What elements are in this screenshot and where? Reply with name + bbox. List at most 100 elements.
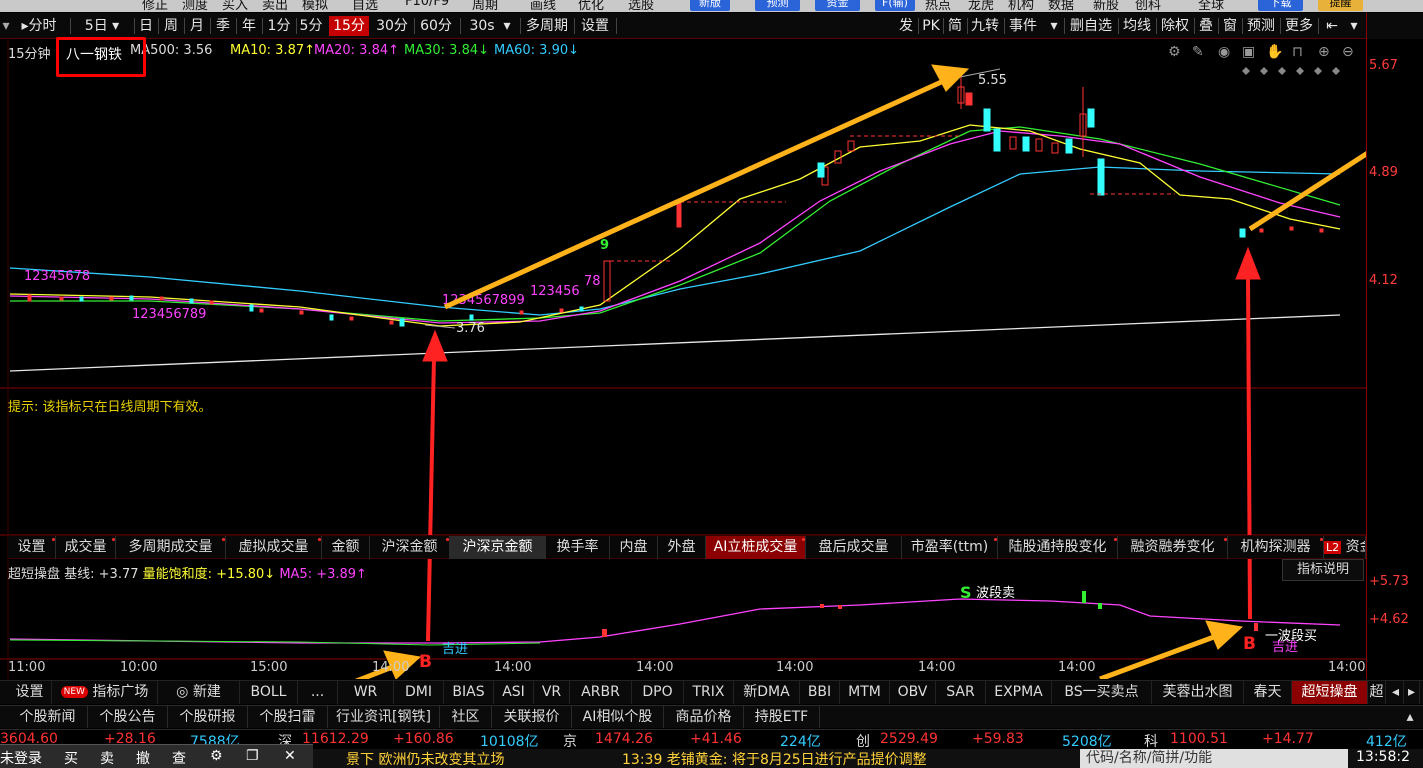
menu-item[interactable]: 优化 [578,0,604,12]
tab-community[interactable]: 社区 [440,706,492,728]
chevron-down-icon[interactable]: ▾ [1346,16,1362,36]
toolbar-right-item[interactable]: 九转 [968,16,1002,36]
menu-item[interactable]: 自选 [352,0,378,12]
toolbar-right-item[interactable]: 简 [944,16,966,36]
tab-bbi[interactable]: BBI [800,681,840,704]
toolbar-right-item[interactable]: 删自选 [1066,16,1116,36]
top-button[interactable]: 预测 [755,0,800,11]
collapse-left-icon[interactable]: ⇤ [1322,16,1342,36]
tab-spring[interactable]: 春天 [1244,681,1292,704]
login-status[interactable]: 未登录 [0,748,42,768]
toolbar-right-item[interactable]: 事件 [1006,16,1040,36]
toolbar-right-item[interactable]: 均线 [1120,16,1154,36]
indicator-help-button[interactable]: 指标说明 [1282,559,1364,581]
tab-settings[interactable]: 设置 [8,536,56,559]
restore-icon[interactable]: ❐ [246,748,259,764]
tab-outer[interactable]: 外盘 [658,536,706,559]
tab-stock-notice[interactable]: 个股公告 [88,706,168,728]
toolbar-right-item[interactable]: 更多 [1282,16,1316,36]
period-season[interactable]: 季 [212,16,234,36]
tab-new-indicator[interactable]: ◎ 新建 [158,681,240,704]
period-intraday[interactable]: ▸分时 [12,16,66,36]
tab-settings-2[interactable]: 设置 [8,681,52,704]
search-input[interactable]: 代码/名称/简拼/功能 [1080,749,1348,768]
period-day[interactable]: 日 [136,16,156,36]
gear-icon[interactable]: ⚙ [1168,44,1181,60]
menu-item[interactable]: 买入 [222,0,248,12]
tab-turnover[interactable]: 换手率 [546,536,610,559]
tab-stock-news[interactable]: 个股新闻 [8,706,88,728]
tab-dpo[interactable]: DPO [632,681,684,704]
tab-wr[interactable]: WR [338,681,394,704]
tab-virtual-volume[interactable]: 虚拟成交量 [226,536,322,559]
chevron-down-icon[interactable]: ▾ [2,16,10,36]
tab-hidden[interactable]: ... [298,681,338,704]
menu-item[interactable]: 龙虎 [968,0,994,12]
tab-institution[interactable]: 机构探测器 [1228,536,1324,559]
period-15min[interactable]: 15分 [329,16,369,36]
zoom-out-icon[interactable]: ⊖ [1342,44,1354,60]
tab-indicator-square[interactable]: NEW 指标广场 [52,681,158,704]
tab-newdma[interactable]: 新DMA [734,681,800,704]
tab-after-hours[interactable]: 盘后成交量 [806,536,902,559]
news-ticker[interactable]: 13:39 老铺黄金: 将于8月25日进行产品提价调整 [622,749,927,768]
toolbar-right-item[interactable]: 叠 [1196,16,1216,36]
tab-super-short[interactable]: 超短操盘 [1292,681,1368,704]
tab-boll[interactable]: BOLL [240,681,298,704]
chevron-down-icon[interactable]: ▾ [1046,16,1062,36]
menu-item[interactable]: 创科 [1135,0,1161,12]
tab-etf[interactable]: 持股ETF [744,706,820,728]
lock-box-icon[interactable]: ▣ [1242,44,1255,60]
toolbar-right-item[interactable]: PK [920,16,942,36]
tab-commodity[interactable]: 商品价格 [664,706,744,728]
period-5day[interactable]: 5日 ▾ [72,16,132,36]
menu-item[interactable]: 机构 [1008,0,1034,12]
pen-icon[interactable]: ✎ [1192,44,1204,60]
top-button[interactable]: 资金 [815,0,860,11]
tab-trix[interactable]: TRIX [684,681,734,704]
gear-icon[interactable]: ⚙ [210,748,223,764]
menu-item[interactable]: 模拟 [302,0,328,12]
tab-mtm[interactable]: MTM [840,681,890,704]
zoom-in-icon[interactable]: ⊕ [1318,44,1330,60]
expand-icon[interactable]: ▴ [1400,706,1420,728]
tab-stock-research[interactable]: 个股研报 [168,706,248,728]
buy-button[interactable]: 买 [64,748,78,768]
tab-lotus[interactable]: 芙蓉出水图 [1152,681,1244,704]
tab-hs-amount[interactable]: 沪深金额 [370,536,450,559]
period-60min[interactable]: 60分 [416,16,456,36]
tab-expma[interactable]: EXPMA [986,681,1052,704]
menu-item[interactable]: 卖出 [262,0,288,12]
tab-overflow[interactable]: 超 [1368,681,1386,704]
tab-hsj-amount[interactable]: 沪深京金额 [450,536,546,559]
news-ticker[interactable]: 景下 欧洲仍未改变其立场 [346,749,504,768]
menu-item[interactable]: 选股 [628,0,654,12]
tab-ai-similar[interactable]: AI相似个股 [572,706,664,728]
cancel-button[interactable]: 撤 [136,748,150,768]
tab-related-quote[interactable]: 关联报价 [492,706,572,728]
lock-icon[interactable]: ⊓ [1292,44,1303,60]
menu-item[interactable]: 数据 [1048,0,1074,12]
tab-vr[interactable]: VR [534,681,570,704]
tab-ai-volume[interactable]: AI立桩成交量 [706,536,806,559]
multi-period-button[interactable]: 多周期 [522,16,572,36]
menu-item[interactable]: 测度 [182,0,208,12]
tab-northbound[interactable]: 陆股通持股变化 [998,536,1118,559]
top-button[interactable]: F(输) [875,0,915,11]
top-button[interactable]: 新版 [690,0,730,11]
toolbar-right-item[interactable]: 窗 [1220,16,1240,36]
scroll-left-icon[interactable]: ◂ [1388,681,1404,704]
tab-bottom-fishing[interactable]: L2 资金抄底 [1324,536,1366,559]
period-30min[interactable]: 30分 [372,16,412,36]
tab-inner[interactable]: 内盘 [610,536,658,559]
period-30s[interactable]: 30s ▾ [462,16,518,36]
period-5min[interactable]: 5分 [297,16,325,36]
tab-stock-scan[interactable]: 个股扫雷 [248,706,328,728]
tab-sar[interactable]: SAR [936,681,986,704]
tab-arbr[interactable]: ARBR [570,681,632,704]
tab-volume[interactable]: 成交量 [56,536,116,559]
menu-item[interactable]: 修正 [142,0,168,12]
tab-multi-volume[interactable]: 多周期成交量 [116,536,226,559]
tab-industry-news[interactable]: 行业资讯[钢铁] [328,706,440,728]
top-button[interactable]: 下载 [1258,0,1303,11]
